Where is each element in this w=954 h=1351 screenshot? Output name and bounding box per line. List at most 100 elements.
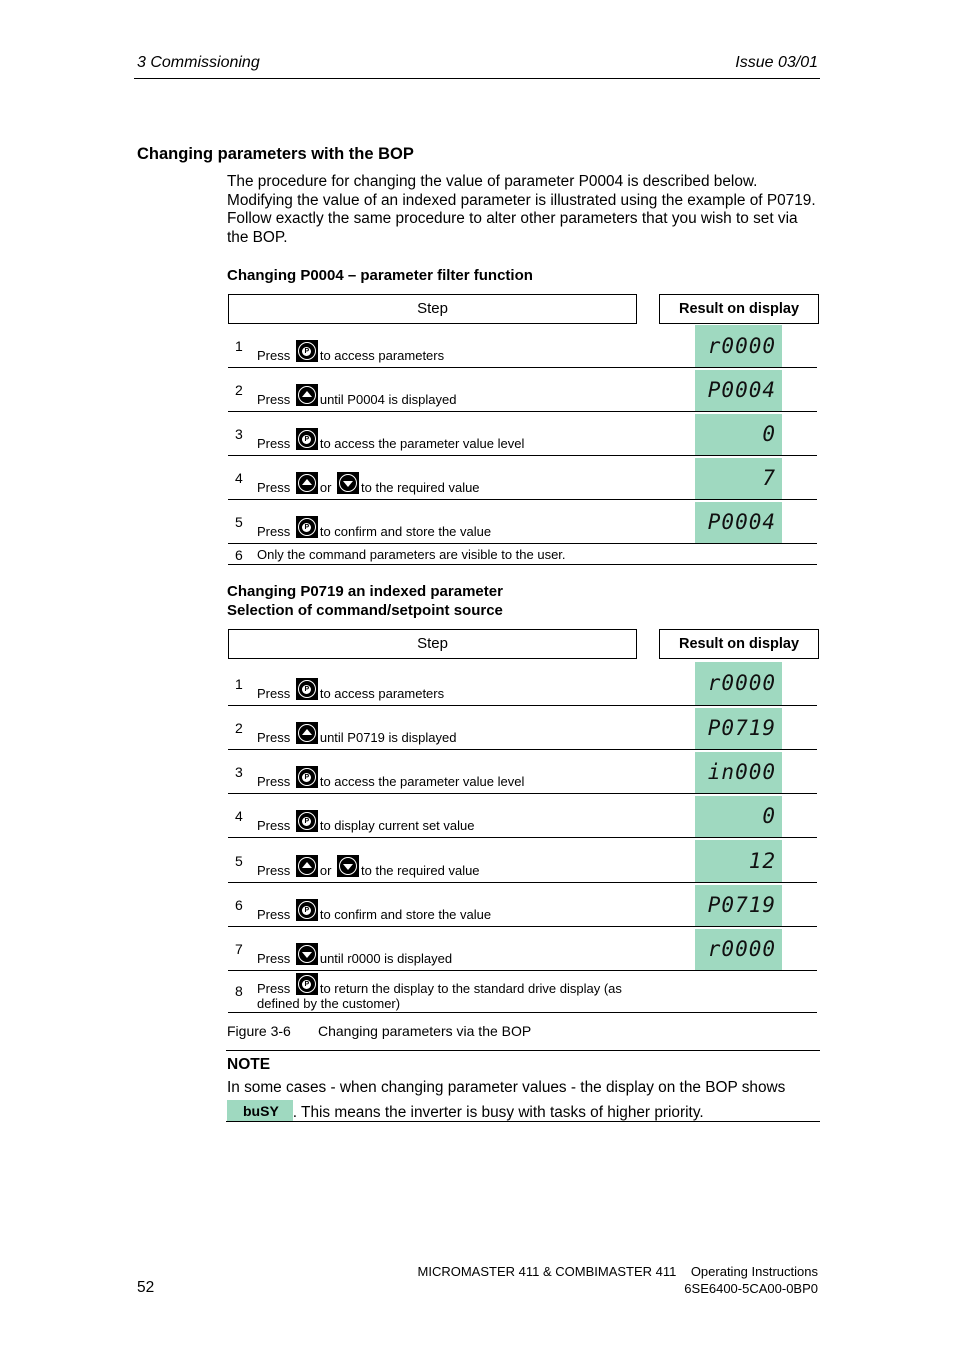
- step-description: to access parameters: [319, 686, 445, 701]
- bop-display-result: 12: [695, 840, 782, 882]
- table-row: 4 Press or to the required value 7: [228, 456, 817, 500]
- step-description: to return the display to the standard dr…: [319, 981, 622, 996]
- step-number: 8: [235, 983, 243, 999]
- or-label: or: [319, 863, 336, 878]
- table-row: 7 Press until r0000 is displayed r0000: [228, 927, 817, 971]
- step-number: 7: [235, 941, 243, 957]
- bop-display-result: P0719: [695, 708, 782, 749]
- bop-display-result: 0: [695, 796, 782, 837]
- step-number: 6: [235, 897, 243, 913]
- bop-display-result: r0000: [695, 929, 782, 970]
- table-row: 6 Press Pto confirm and store the value P0…: [228, 883, 817, 927]
- p-key-icon: P: [295, 766, 318, 788]
- bop-display-result: 7: [695, 458, 782, 499]
- step-text: Press until r0000 is displayed: [257, 943, 452, 966]
- note-text-before: In some cases - when changing parameter …: [227, 1079, 786, 1096]
- step-text: Press Pto confirm and store the value: [257, 899, 491, 922]
- step-description: to access the parameter value level: [319, 774, 525, 789]
- table-row: 2 Press until P0004 is displayed P0004: [228, 368, 817, 412]
- table-row: 5 Press Pto confirm and store the value P0…: [228, 500, 817, 544]
- table-row: 3 Press Pto access the parameter value le…: [228, 412, 817, 456]
- step-description: until r0000 is displayed: [319, 951, 453, 966]
- note-text: In some cases - when changing parameter …: [227, 1076, 827, 1125]
- press-label: Press: [257, 907, 294, 922]
- press-label: Press: [257, 392, 294, 407]
- step-text: Press Pto access the parameter value lev…: [257, 766, 524, 789]
- step-description: to confirm and store the value: [319, 907, 492, 922]
- table-row: 1 Press Pto access parameters r0000: [228, 660, 817, 706]
- p-key-icon: P: [295, 428, 318, 450]
- press-label: Press: [257, 951, 294, 966]
- up-key-icon: [295, 472, 318, 494]
- press-label: Press: [257, 863, 294, 878]
- press-label: Press: [257, 348, 294, 363]
- running-header-chapter: 3 Commissioning: [137, 54, 260, 71]
- step-text: Press or to the required value: [257, 855, 480, 878]
- header-rule: [134, 78, 820, 79]
- step-text: Press Pto access parameters: [257, 678, 444, 701]
- note-text-after: . This means the inverter is busy with t…: [292, 1104, 704, 1121]
- intro-paragraph: The procedure for changing the value of …: [227, 173, 816, 247]
- press-label: Press: [257, 524, 294, 539]
- running-header-issue: Issue 03/01: [735, 54, 818, 71]
- step-description: until P0719 is displayed: [319, 730, 457, 745]
- step-number: 4: [235, 470, 243, 486]
- step-number: 2: [235, 720, 243, 736]
- step-text: Press Pto access the parameter value lev…: [257, 428, 524, 451]
- row-divider: [228, 1012, 817, 1013]
- step-text: Press until P0719 is displayed: [257, 722, 456, 745]
- bop-display-result: in000: [695, 752, 782, 793]
- table-row: 3 Press Pto access the parameter value le…: [228, 750, 817, 794]
- step-description: to confirm and store the value: [319, 524, 492, 539]
- press-label: Press: [257, 981, 294, 996]
- p-key-icon: P: [295, 516, 318, 538]
- table1-header-result: Result on display: [659, 294, 819, 324]
- step-text: Press Pto confirm and store the value: [257, 516, 491, 539]
- bop-display-result: 0: [695, 414, 782, 455]
- row-divider: [228, 564, 817, 565]
- step-text: Press Pto return the display to the stan…: [257, 973, 622, 1011]
- step-text: Press or to the required value: [257, 472, 480, 495]
- bop-display-result: r0000: [695, 662, 782, 705]
- down-key-icon: [337, 472, 360, 494]
- press-label: Press: [257, 818, 294, 833]
- press-label: Press: [257, 774, 294, 789]
- step-text: Press Pto display current set value: [257, 810, 474, 833]
- table1-title: Changing P0004 – parameter filter functi…: [227, 267, 533, 284]
- step-description: to access the parameter value level: [319, 436, 525, 451]
- p-key-icon: P: [295, 973, 318, 995]
- up-key-icon: [295, 722, 318, 744]
- table-row: 6 Only the command parameters are visible…: [228, 544, 817, 565]
- or-label: or: [319, 480, 336, 495]
- bop-display-result: r0000: [695, 325, 782, 367]
- press-label: Press: [257, 436, 294, 451]
- step-number: 5: [235, 853, 243, 869]
- press-label: Press: [257, 730, 294, 745]
- press-label: Press: [257, 480, 294, 495]
- bop-display-result: P0004: [695, 502, 782, 543]
- figure-label: Figure 3-6: [227, 1023, 291, 1039]
- p-key-icon: P: [295, 899, 318, 921]
- down-key-icon: [337, 855, 360, 877]
- step-description: to the required value: [361, 480, 480, 495]
- step-number: 6: [235, 547, 243, 563]
- up-key-icon: [295, 384, 318, 406]
- step-text: Only the command parameters are visible …: [257, 547, 566, 562]
- note-title: NOTE: [227, 1056, 271, 1073]
- bop-display-result: P0719: [695, 885, 782, 926]
- p-key-icon: P: [295, 340, 318, 362]
- busy-display-badge: buSY: [227, 1100, 293, 1122]
- table2-header-step: Step: [228, 629, 637, 659]
- step-number: 1: [235, 338, 243, 354]
- table-row: 4 Press Pto display current set value 0: [228, 794, 817, 838]
- note-top-rule: [226, 1050, 820, 1051]
- step-description: to display current set value: [319, 818, 475, 833]
- table2-title-line1: Changing P0719 an indexed parameter: [227, 583, 503, 600]
- step-text: Press Pto access parameters: [257, 340, 444, 363]
- step-number: 1: [235, 676, 243, 692]
- footer-product: MICROMASTER 411 & COMBIMASTER 411 Operat…: [417, 1264, 818, 1279]
- table2-title-line2: Selection of command/setpoint source: [227, 602, 503, 619]
- p-key-icon: P: [295, 678, 318, 700]
- step-number: 4: [235, 808, 243, 824]
- step-text: Press until P0004 is displayed: [257, 384, 456, 407]
